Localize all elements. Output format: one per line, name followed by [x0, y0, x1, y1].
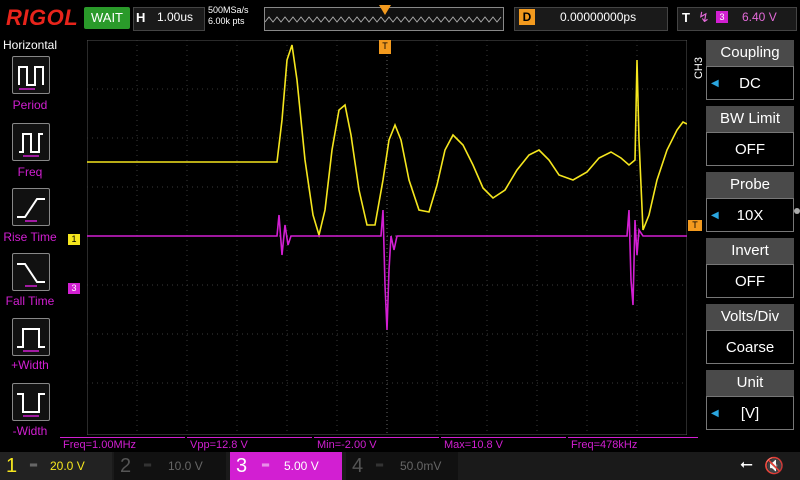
menu-item-neg-width[interactable]: -Width [0, 424, 60, 438]
dc-coupling-icon: ═ [262, 460, 270, 471]
measurement-freq[interactable]: Freq=1.00MHz [60, 437, 185, 452]
dc-coupling-icon: ═ [30, 460, 38, 471]
rising-edge-icon: ↯ [698, 9, 710, 25]
bw-limit-header: BW Limit [706, 106, 794, 132]
ch1-offset-marker[interactable]: 1 [68, 234, 80, 245]
positive-width-icon[interactable] [12, 318, 50, 356]
volts-div-value[interactable]: Coarse [706, 330, 794, 364]
trigger-label: T [682, 10, 690, 25]
trigger-level-marker[interactable]: T [688, 220, 702, 231]
menu-item-freq[interactable]: Freq [0, 165, 60, 179]
waveform-graticule [86, 39, 688, 436]
period-icon[interactable] [12, 56, 50, 94]
bw-limit-value-text: OFF [735, 141, 765, 158]
fall-time-icon[interactable] [12, 253, 50, 291]
invert-header: Invert [706, 238, 794, 264]
ch2-number: 2 [120, 455, 132, 477]
speaker-mute-icon[interactable]: 🔇 [764, 456, 784, 476]
brand-logo: RIGOL [6, 5, 79, 30]
unit-value-text: [V] [740, 405, 760, 422]
sample-rate: 500MSa/s [208, 5, 249, 15]
trigger-source-badge: 3 [716, 11, 728, 23]
delay-value: 0.00000000ps [560, 10, 637, 24]
probe-header: Probe [706, 172, 794, 198]
coupling-value-text: DC [739, 75, 761, 92]
menu-title: Horizontal [2, 38, 58, 52]
measurement-vpp[interactable]: Vpp=12.8 V [187, 437, 312, 452]
unit-header: Unit [706, 370, 794, 396]
menu-item-fall-time[interactable]: Fall Time [0, 294, 60, 308]
ch1-scale: 20.0 V [50, 459, 85, 473]
ch4-scale: 50.0mV [400, 459, 442, 473]
menu-item-rise-time[interactable]: Rise Time [0, 230, 60, 244]
invert-value-text: OFF [735, 273, 765, 290]
ch3-number: 3 [236, 455, 248, 477]
left-arrow-icon: ◀ [711, 78, 719, 89]
invert-value[interactable]: OFF [706, 264, 794, 298]
volts-div-header: Volts/Div [706, 304, 794, 330]
menu-item-period[interactable]: Period [0, 98, 60, 112]
run-status-badge[interactable]: WAIT [84, 7, 130, 29]
rise-time-icon[interactable] [12, 188, 50, 226]
menu-item-pos-width[interactable]: +Width [0, 358, 60, 372]
trigger-position-marker[interactable]: T [379, 40, 391, 54]
negative-width-icon[interactable] [12, 383, 50, 421]
usb-icon: ⭠ [740, 456, 753, 473]
ch2-scale: 10.0 V [168, 459, 203, 473]
memory-trigger-marker-icon [379, 4, 391, 15]
waveform-display[interactable] [86, 39, 688, 436]
timebase-value: 1.00us [157, 10, 194, 24]
measurement-freq-2[interactable]: Freq=478kHz [568, 437, 698, 452]
trigger-level-value: 6.40 V [742, 10, 777, 24]
measurement-max[interactable]: Max=10.8 V [441, 437, 566, 452]
left-arrow-icon: ◀ [711, 210, 719, 221]
ch1-number: 1 [6, 455, 18, 477]
trigger-box[interactable] [677, 7, 797, 31]
volts-div-value-text: Coarse [725, 339, 775, 356]
horizontal-label: H [136, 10, 146, 25]
measurement-min[interactable]: Min=-2.00 V [314, 437, 439, 452]
ch3-offset-marker[interactable]: 3 [68, 283, 80, 294]
memory-depth: 6.00k pts [208, 16, 245, 26]
probe-value-text: 10X [736, 207, 764, 224]
menu-scroll-indicator [794, 208, 800, 214]
dc-coupling-icon: ═ [144, 460, 152, 471]
bw-limit-value[interactable]: OFF [706, 132, 794, 166]
coupling-value[interactable]: ◀ DC [706, 66, 794, 100]
ch4-number: 4 [352, 455, 364, 477]
left-arrow-icon: ◀ [711, 408, 719, 419]
dc-coupling-icon: ═ [376, 460, 384, 471]
channel-tag: CH3 [693, 56, 706, 80]
unit-value[interactable]: ◀ [V] [706, 396, 794, 430]
probe-value[interactable]: ◀ 10X [706, 198, 794, 232]
ch3-scale: 5.00 V [284, 459, 319, 473]
delay-label: D [519, 9, 535, 25]
acquisition-info: 500MSa/s 6.00k pts [208, 5, 249, 27]
coupling-header: Coupling [706, 40, 794, 66]
frequency-icon[interactable] [12, 123, 50, 161]
